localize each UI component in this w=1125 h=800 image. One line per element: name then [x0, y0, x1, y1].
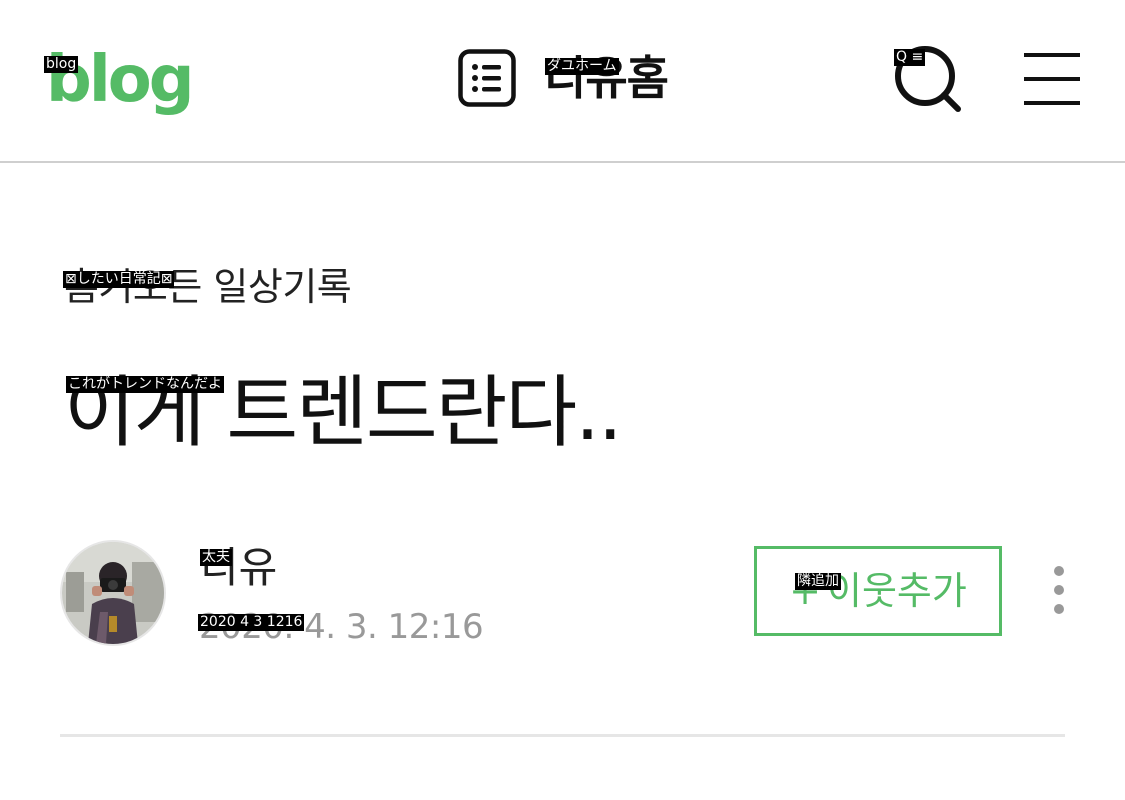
- blog-home-title: 디유홈: [544, 51, 669, 105]
- author-name[interactable]: 디유: [200, 542, 277, 594]
- hamburger-menu-icon: [1024, 53, 1080, 105]
- post-date: 2020. 4. 3. 12:16: [199, 607, 484, 647]
- more-options-button[interactable]: [1042, 562, 1076, 618]
- blog-logo[interactable]: blog: [46, 40, 195, 120]
- plus-icon: +: [789, 569, 821, 613]
- post-title: 이게 트렌드란다..: [64, 368, 623, 458]
- more-vertical-icon: [1054, 566, 1064, 614]
- search-icon: [895, 46, 961, 112]
- menu-button[interactable]: [1022, 50, 1082, 108]
- top-header: blog 디유홈: [0, 0, 1125, 163]
- add-neighbor-label: 이웃추가: [827, 569, 967, 613]
- list-icon: [458, 49, 516, 107]
- add-neighbor-button[interactable]: + 이웃추가: [754, 546, 1002, 636]
- avatar-photo: [62, 542, 164, 644]
- section-divider: [60, 734, 1065, 737]
- blog-home-link[interactable]: 디유홈: [458, 48, 669, 108]
- search-button[interactable]: [893, 44, 963, 114]
- author-avatar[interactable]: [60, 540, 166, 646]
- post-category[interactable]: 흠거오든 일상기록: [64, 262, 352, 312]
